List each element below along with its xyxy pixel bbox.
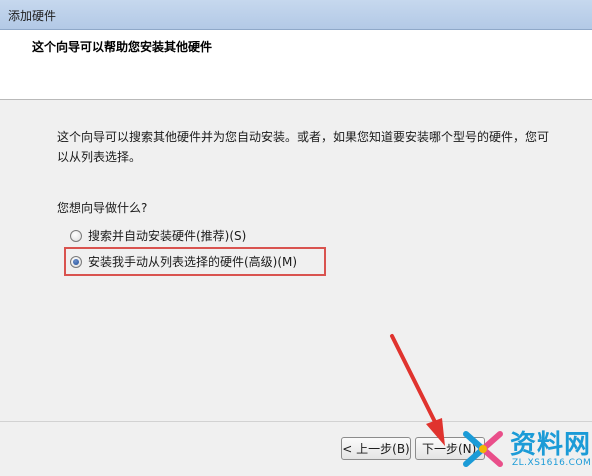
intro-text: 这个向导可以搜索其他硬件并为您自动安装。或者，如果您知道要安装哪个型号的硬件，您… — [57, 130, 550, 164]
watermark-logo: 资料网 ZL.XS1616.COM — [456, 420, 592, 476]
question-label: 您想向导做什么? — [57, 201, 148, 215]
window-title: 添加硬件 — [8, 9, 57, 23]
radio-button-manual[interactable] — [70, 255, 82, 268]
title-bar: 添加硬件 — [0, 0, 592, 30]
back-button[interactable]: < 上一步(B) — [341, 437, 411, 460]
option-auto-install[interactable]: 搜索并自动安装硬件(推荐)(S) — [70, 227, 246, 244]
watermark-text: 资料网 — [510, 430, 592, 460]
watermark-emblem-icon — [463, 431, 503, 467]
option-manual-install[interactable]: 安装我手动从列表选择的硬件(高级)(M) — [70, 253, 297, 270]
option-manual-label: 安装我手动从列表选择的硬件(高级)(M) — [88, 255, 298, 269]
option-auto-label: 搜索并自动安装硬件(推荐)(S) — [88, 229, 247, 243]
wizard-content: 这个向导可以搜索其他硬件并为您自动安装。或者，如果您知道要安装哪个型号的硬件，您… — [0, 101, 592, 421]
header-title: 这个向导可以帮助您安装其他硬件 — [32, 40, 213, 54]
watermark-subtext: ZL.XS1616.COM — [512, 458, 592, 468]
wizard-header: 这个向导可以帮助您安装其他硬件 — [0, 30, 592, 100]
radio-button-auto[interactable] — [70, 229, 82, 242]
